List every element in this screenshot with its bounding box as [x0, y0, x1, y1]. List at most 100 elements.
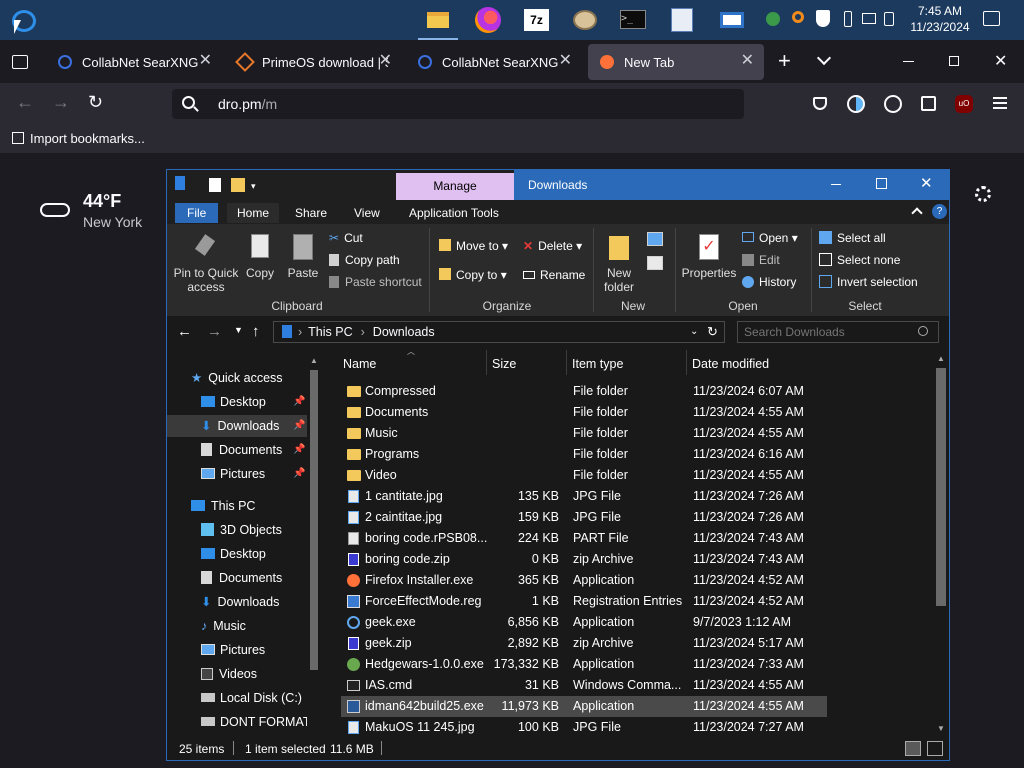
sidebar-item-music[interactable]: ♪ Music [167, 615, 321, 637]
properties-button[interactable]: ✓ Properties [681, 232, 737, 294]
column-header-size[interactable]: Size [492, 354, 516, 374]
taskbar-clock[interactable]: 7:45 AM 11/23/2024 [908, 3, 972, 35]
scroll-down-arrow-icon[interactable]: ▼ [937, 724, 945, 733]
navigation-pane-scrollbar[interactable]: ▲ [309, 356, 319, 736]
refresh-icon[interactable]: ↻ [707, 322, 718, 342]
scrollbar-thumb[interactable] [310, 370, 318, 670]
quick-access-properties-icon[interactable] [209, 178, 221, 192]
rename-button[interactable]: Rename [523, 268, 585, 282]
sidebar-item-3d-objects[interactable]: 3D Objects [167, 519, 321, 541]
open-button[interactable]: Open ▾ [742, 231, 798, 245]
url-text[interactable]: dro.pm/m [218, 96, 277, 112]
search-tool-icon[interactable] [792, 11, 804, 23]
breadcrumb-this-pc[interactable]: This PC [308, 325, 352, 339]
file-row[interactable]: boring code.zip 0 KB zip Archive 11/23/2024… [341, 549, 827, 570]
sidebar-item-quick-access[interactable]: ★ Quick access [167, 367, 321, 389]
tab-application-tools[interactable]: Application Tools [399, 203, 509, 223]
tab-close-icon[interactable]: ✕ [199, 53, 212, 69]
file-row[interactable]: Hedgewars-1.0.0.exe 173,332 KB Application… [341, 654, 827, 675]
list-all-tabs-chevron-icon[interactable] [816, 50, 832, 66]
scroll-up-arrow-icon[interactable]: ▲ [310, 356, 318, 365]
history-button[interactable]: History [742, 275, 796, 289]
input-indicator-icon[interactable] [862, 13, 876, 24]
shield-icon[interactable] [816, 10, 830, 27]
forward-arrow-icon[interactable]: → [207, 323, 222, 340]
help-icon[interactable]: ? [932, 204, 947, 219]
tab-primeos-download[interactable]: PrimeOS download | Sc ✕ [226, 44, 402, 80]
tab-view[interactable]: View [344, 203, 390, 223]
address-bar[interactable]: › This PC › Downloads ⌄ ↻ [273, 321, 725, 343]
pocket-icon[interactable] [813, 97, 827, 110]
window-close-icon[interactable]: ✕ [994, 51, 1007, 71]
details-view-icon[interactable] [905, 741, 921, 756]
column-separator[interactable] [686, 350, 687, 375]
sidebar-item-documents[interactable]: Documents 📌 [167, 439, 321, 461]
sidebar-item-local-disk-c[interactable]: Local Disk (C:) [167, 687, 321, 709]
scrollbar-thumb[interactable] [936, 368, 946, 606]
file-row[interactable]: geek.zip 2,892 KB zip Archive 11/23/2024 5:… [341, 633, 827, 654]
file-row[interactable]: 1 cantitate.jpg 135 KB JPG File 11/23/2024 … [341, 486, 827, 507]
customize-gear-icon[interactable] [975, 186, 991, 202]
paint-palette-icon[interactable] [571, 6, 599, 34]
notifications-icon[interactable] [983, 11, 1000, 26]
back-arrow-icon[interactable]: ← [177, 323, 192, 340]
breadcrumb-downloads[interactable]: Downloads [373, 325, 435, 339]
column-separator[interactable] [486, 350, 487, 375]
sidebar-item-desktop-pc[interactable]: Desktop [167, 543, 321, 565]
delete-button[interactable]: ✕ Delete ▾ [523, 239, 582, 253]
file-row[interactable]: boring code.rPSB08... 224 KB PART File 11/2… [341, 528, 827, 549]
select-all-button[interactable]: Select all [819, 231, 886, 245]
large-icons-view-icon[interactable] [927, 741, 943, 756]
sidebar-item-videos[interactable]: Videos [167, 663, 321, 685]
sidebar-item-this-pc[interactable]: This PC [167, 495, 321, 517]
recent-locations-chevron-icon[interactable]: ▼ [234, 325, 243, 335]
firefox-icon[interactable] [474, 6, 502, 34]
tab-file[interactable]: File [175, 203, 219, 223]
sidebar-item-pictures-pc[interactable]: Pictures [167, 639, 321, 661]
search-box[interactable] [737, 321, 939, 343]
window-restore-icon[interactable] [949, 56, 959, 66]
invert-selection-button[interactable]: Invert selection [819, 275, 918, 289]
vpn-sync-icon[interactable] [847, 95, 865, 113]
collapse-ribbon-chevron-icon[interactable] [911, 207, 923, 219]
weather-widget[interactable]: 44°F New York [38, 189, 158, 235]
forward-arrow-icon[interactable]: → [52, 92, 70, 113]
file-row[interactable]: Music File folder 11/23/2024 4:55 AM [341, 423, 827, 444]
column-header-date-modified[interactable]: Date modified [692, 354, 769, 374]
select-none-button[interactable]: Select none [819, 253, 900, 267]
back-arrow-icon[interactable]: ← [16, 92, 34, 113]
scroll-up-arrow-icon[interactable]: ▲ [937, 354, 945, 363]
file-row[interactable]: 2 caintitae.jpg 159 KB JPG File 11/23/2024 … [341, 507, 827, 528]
terminal-icon[interactable]: >_ [619, 6, 647, 34]
sidebar-item-downloads-pc[interactable]: ⬇ Downloads [167, 591, 321, 613]
file-row[interactable]: Programs File folder 11/23/2024 6:16 AM [341, 444, 827, 465]
tab-close-icon[interactable]: ✕ [559, 53, 572, 69]
file-row[interactable]: ForceEffectMode.reg 1 KB Registration Entr… [341, 591, 827, 612]
new-folder-button[interactable]: New folder [597, 232, 641, 294]
url-bar[interactable]: dro.pm/m [172, 89, 744, 119]
firefox-view-icon[interactable] [12, 55, 28, 69]
tab-new-tab[interactable]: New Tab ✕ [588, 44, 764, 80]
tab-share[interactable]: Share [285, 203, 337, 223]
tab-collabnet-searxng-1[interactable]: CollabNet SearXNG ✕ [46, 44, 222, 80]
account-icon[interactable] [884, 95, 902, 113]
extensions-puzzle-icon[interactable] [921, 96, 936, 111]
sidebar-item-desktop[interactable]: Desktop 📌 [167, 391, 321, 413]
reload-icon[interactable]: ↻ [88, 92, 103, 113]
network-globe-icon[interactable] [766, 12, 780, 26]
column-header-item-type[interactable]: Item type [572, 354, 623, 374]
7zip-icon[interactable]: 7z [523, 6, 551, 34]
tab-collabnet-searxng-2[interactable]: CollabNet SearXNG ✕ [406, 44, 582, 80]
edit-button[interactable]: Edit [742, 253, 780, 267]
file-row[interactable]: MakuOS 11 245.jpg 100 KB JPG File 11/23/202… [341, 717, 827, 737]
sidebar-item-dont-format[interactable]: DONT FORMAT ( [167, 711, 307, 733]
easy-access-icon[interactable] [647, 256, 663, 270]
sidebar-item-pictures[interactable]: Pictures 📌 [167, 463, 321, 485]
tab-close-icon[interactable]: ✕ [379, 53, 392, 69]
paste-shortcut-button[interactable]: Paste shortcut [329, 275, 422, 289]
tab-close-icon[interactable]: ✕ [741, 53, 754, 69]
column-header-name[interactable]: Name [343, 354, 376, 374]
file-row[interactable]: Video File folder 11/23/2024 4:55 AM [341, 465, 827, 486]
pin-quick-access-button[interactable]: Pin to Quick access [173, 232, 239, 294]
column-separator[interactable] [566, 350, 567, 375]
